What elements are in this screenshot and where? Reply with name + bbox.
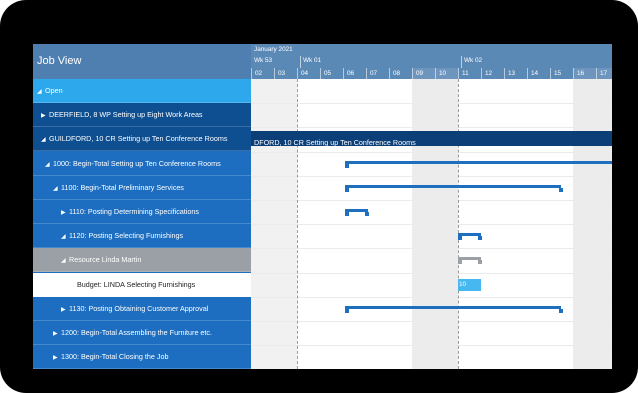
- tree-row-label: GUILDFORD, 10 CR Setting up Ten Conferen…: [49, 134, 228, 144]
- row-gridline: [251, 200, 612, 201]
- week-label-01: Wk 01: [303, 57, 322, 64]
- row-gridline: [251, 103, 612, 105]
- tree-row[interactable]: ◢ Resource Linda Martin: [33, 248, 251, 273]
- day-header-14: 14: [527, 68, 550, 79]
- task-bar[interactable]: [345, 305, 562, 309]
- week-start-line: [297, 79, 299, 369]
- tree-row[interactable]: ▶ 1200: Begin-Total Assembling the Furnit…: [33, 321, 251, 345]
- bar-end-cap: [558, 308, 563, 313]
- day-header-12: 12: [481, 68, 504, 79]
- row-gridline: [251, 127, 612, 129]
- job-tree-panel: Job View ◢ Open ▶ DEERFIELD, 8 WP Setting u…: [33, 44, 251, 369]
- job-band-label: DFORD, 10 CR Setting up Ten Conference R…: [254, 138, 416, 148]
- month-label: January 2021: [254, 46, 293, 53]
- row-gridline: [251, 321, 612, 322]
- day-header-10: 10: [435, 68, 458, 79]
- row-gridline: [251, 248, 612, 250]
- tree-row-label: Budget: LINDA Selecting Furnishings: [77, 279, 196, 289]
- day-header-02: 02: [251, 68, 274, 79]
- tree-row[interactable]: ◢ 1120: Posting Selecting Furnishings: [33, 224, 251, 249]
- tree-row[interactable]: ◢ 1100: Begin-Total Preliminary Services: [33, 175, 251, 200]
- bar-end-cap: [345, 308, 350, 313]
- job-view-app: Job View ◢ Open ▶ DEERFIELD, 8 WP Setting u…: [33, 44, 612, 369]
- tree-row-label: Open: [45, 86, 63, 95]
- expand-arrow-icon[interactable]: ▶: [61, 201, 69, 223]
- job-view-title: Job View: [33, 44, 251, 79]
- day-header-11: 11: [458, 68, 481, 79]
- bar-end-cap: [478, 260, 482, 265]
- day-header-05: 05: [320, 68, 343, 79]
- day-header-16: 16: [573, 68, 596, 79]
- bar-end-cap: [458, 236, 462, 241]
- tree-row[interactable]: ▶ DEERFIELD, 8 WP Setting up Eight Work A…: [33, 103, 251, 128]
- row-gridline: [251, 272, 612, 274]
- device-frame: Job View ◢ Open ▶ DEERFIELD, 8 WP Setting u…: [0, 0, 638, 393]
- day-header-06: 06: [343, 68, 366, 79]
- week-label-02: Wk 02: [464, 57, 483, 64]
- task-bar[interactable]: [345, 160, 612, 164]
- week-divider: [461, 56, 462, 68]
- expand-arrow-icon[interactable]: ▶: [53, 346, 61, 368]
- collapse-arrow-icon[interactable]: ◢: [61, 249, 69, 271]
- tree-row[interactable]: Budget: LINDA Selecting Furnishings: [33, 272, 251, 297]
- day-header-07: 07: [366, 68, 389, 79]
- tree-row[interactable]: ◢ GUILDFORD, 10 CR Setting up Ten Confere…: [33, 127, 251, 152]
- row-gridline: [251, 296, 612, 298]
- day-header-09: 09: [412, 68, 435, 79]
- task-bar[interactable]: [345, 184, 562, 188]
- budget-bar[interactable]: 10: [458, 278, 481, 291]
- collapse-arrow-icon[interactable]: ◢: [53, 177, 61, 199]
- collapse-arrow-icon[interactable]: ◢: [61, 225, 69, 247]
- gantt-chart[interactable]: January 2021 Wk 53 Wk 01 Wk 02 02 03 04 05 0…: [251, 44, 612, 369]
- tree-row-label: 1100: Begin-Total Preliminary Services: [61, 182, 184, 192]
- row-gridline: [251, 224, 612, 226]
- tree-row-label: 1200: Begin-Total Assembling the Furnitu…: [61, 328, 213, 337]
- collapse-arrow-icon[interactable]: ◢: [37, 80, 45, 102]
- day-header-13: 13: [504, 68, 527, 79]
- tree-row[interactable]: ▶ 1130: Posting Obtaining Customer Approv…: [33, 296, 251, 321]
- day-header-04: 04: [297, 68, 320, 79]
- tree-row[interactable]: ▶ 1300: Begin-Total Closing the Job: [33, 345, 251, 369]
- tree-row-label: 1120: Posting Selecting Furnishings: [69, 231, 184, 241]
- tree-row[interactable]: ◢ Open: [33, 79, 251, 103]
- tree-row-label: 1110: Posting Determining Specifications: [69, 207, 199, 216]
- tree-row[interactable]: ▶ 1110: Posting Determining Specification…: [33, 200, 251, 224]
- row-gridline: [251, 345, 612, 347]
- bar-end-cap: [478, 236, 482, 241]
- week-label-53: Wk 53: [254, 57, 273, 64]
- timeline-header: January 2021 Wk 53 Wk 01 Wk 02 02 03 04 05 0…: [251, 44, 612, 79]
- bar-end-cap: [365, 212, 370, 216]
- collapse-arrow-icon[interactable]: ◢: [45, 153, 53, 175]
- week-start-line: [458, 79, 460, 369]
- tree-row[interactable]: ◢ 1000: Begin-Total Setting up Ten Confer…: [33, 151, 251, 176]
- tree-row-label: 1300: Begin-Total Closing the Job: [61, 352, 169, 362]
- tree-row-label: 1130: Posting Obtaining Customer Approva…: [69, 303, 209, 313]
- expand-arrow-icon[interactable]: ▶: [61, 298, 69, 320]
- tree-row-label: Resource Linda Martin: [69, 255, 142, 265]
- tree-row-label: 1000: Begin-Total Setting up Ten Confere…: [53, 158, 221, 168]
- bar-end-cap: [558, 187, 563, 192]
- day-header-17: 17: [596, 68, 612, 79]
- bar-end-cap: [345, 212, 350, 216]
- bar-end-cap: [345, 163, 350, 168]
- row-gridline: [251, 151, 612, 153]
- day-header-03: 03: [274, 68, 297, 79]
- expand-arrow-icon[interactable]: ▶: [41, 104, 49, 126]
- job-summary-bar[interactable]: DFORD, 10 CR Setting up Ten Conference R…: [251, 131, 612, 147]
- row-gridline: [251, 175, 612, 177]
- week-divider: [300, 56, 301, 68]
- expand-arrow-icon[interactable]: ▶: [53, 322, 61, 344]
- day-header-15: 15: [550, 68, 573, 79]
- bar-end-cap: [458, 260, 462, 265]
- tree-row-label: DEERFIELD, 8 WP Setting up Eight Work Ar…: [49, 110, 203, 120]
- bar-end-cap: [345, 187, 350, 192]
- collapse-arrow-icon[interactable]: ◢: [41, 128, 49, 150]
- day-header-08: 08: [389, 68, 412, 79]
